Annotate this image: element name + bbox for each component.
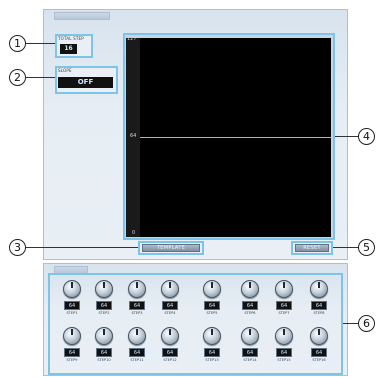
step-label: STEP9 (66, 358, 78, 362)
callout-2: 2 (9, 69, 26, 86)
step-value[interactable]: 64 (129, 301, 145, 310)
knob-indicator (211, 282, 213, 288)
step-label: STEP15 (277, 358, 291, 362)
step-value[interactable]: 64 (276, 348, 292, 357)
callout-6-leader (343, 323, 358, 324)
callout-4: 4 (358, 128, 375, 145)
step-value[interactable]: 64 (311, 348, 327, 357)
step-knob[interactable] (310, 280, 328, 298)
step-value[interactable]: 64 (96, 348, 112, 357)
step-value[interactable]: 64 (162, 348, 178, 357)
step-knob[interactable] (128, 280, 146, 298)
total-step-value[interactable]: 16 (60, 44, 77, 54)
step-label: STEP4 (164, 311, 176, 315)
panel-title-tab (54, 12, 110, 20)
step-knob[interactable] (203, 280, 221, 298)
knob-indicator (169, 282, 171, 288)
knob-indicator (169, 329, 171, 335)
knob-indicator (249, 282, 251, 288)
step-label: STEP16 (312, 358, 326, 362)
step-value[interactable]: 64 (162, 301, 178, 310)
knob-indicator (318, 282, 320, 288)
step-value[interactable]: 64 (64, 348, 80, 357)
step-label: STEP6 (244, 311, 256, 315)
callout-4-leader (335, 136, 358, 137)
knob-indicator (103, 329, 105, 335)
y-axis-max-label: 127 (127, 36, 137, 42)
knob-indicator (136, 282, 138, 288)
callout-3-leader (26, 247, 138, 248)
knob-indicator (318, 329, 320, 335)
step-label: STEP8 (313, 311, 325, 315)
step-label: STEP1 (66, 311, 78, 315)
step-label: STEP5 (206, 311, 218, 315)
callout-2-leader (26, 77, 55, 78)
knob-indicator (211, 329, 213, 335)
step-label: STEP13 (205, 358, 219, 362)
step-knob[interactable] (63, 280, 81, 298)
knob-indicator (136, 329, 138, 335)
step-value[interactable]: 64 (204, 301, 220, 310)
step-knob[interactable] (63, 327, 81, 345)
callout-5-leader (333, 247, 358, 248)
step-value[interactable]: 64 (204, 348, 220, 357)
y-axis-min-label: 0 (132, 230, 136, 236)
callout-5: 5 (358, 239, 375, 256)
reset-button[interactable]: RESET (295, 244, 329, 252)
step-knob[interactable] (241, 327, 259, 345)
step-value[interactable]: 64 (242, 301, 258, 310)
knob-indicator (71, 329, 73, 335)
total-step-label: TOTAL STEP (58, 36, 84, 41)
knob-indicator (103, 282, 105, 288)
step-value[interactable]: 64 (96, 301, 112, 310)
step-label: STEP3 (131, 311, 143, 315)
graph-level-line (140, 137, 331, 138)
step-knob[interactable] (161, 327, 179, 345)
template-button[interactable]: TEMPLATE (142, 244, 200, 252)
step-knob[interactable] (241, 280, 259, 298)
step-label: STEP10 (97, 358, 111, 362)
knob-indicator (71, 282, 73, 288)
step-knob[interactable] (203, 327, 221, 345)
step-knob[interactable] (95, 327, 113, 345)
step-label: STEP11 (130, 358, 144, 362)
step-knob[interactable] (275, 327, 293, 345)
callout-1-leader (26, 43, 55, 44)
step-knob[interactable] (310, 327, 328, 345)
step-knob[interactable] (161, 280, 179, 298)
knob-indicator (283, 329, 285, 335)
step-value[interactable]: 64 (311, 301, 327, 310)
step-knob[interactable] (128, 327, 146, 345)
step-label: STEP2 (98, 311, 110, 315)
step-label: STEP12 (163, 358, 177, 362)
step-knob[interactable] (275, 280, 293, 298)
step-value[interactable]: 64 (129, 348, 145, 357)
step-label: STEP14 (243, 358, 257, 362)
slope-value[interactable]: OFF (58, 77, 113, 88)
callout-1: 1 (9, 35, 26, 52)
step-label: STEP7 (278, 311, 290, 315)
callout-3: 3 (9, 239, 26, 256)
knob-indicator (283, 282, 285, 288)
step-value[interactable]: 64 (276, 301, 292, 310)
step-knob[interactable] (95, 280, 113, 298)
y-axis-mid-label: 64 (130, 133, 137, 139)
knob-indicator (249, 329, 251, 335)
step-value[interactable]: 64 (242, 348, 258, 357)
callout-6: 6 (358, 315, 375, 332)
slope-label: SLOPE (58, 68, 72, 73)
step-value[interactable]: 64 (64, 301, 80, 310)
